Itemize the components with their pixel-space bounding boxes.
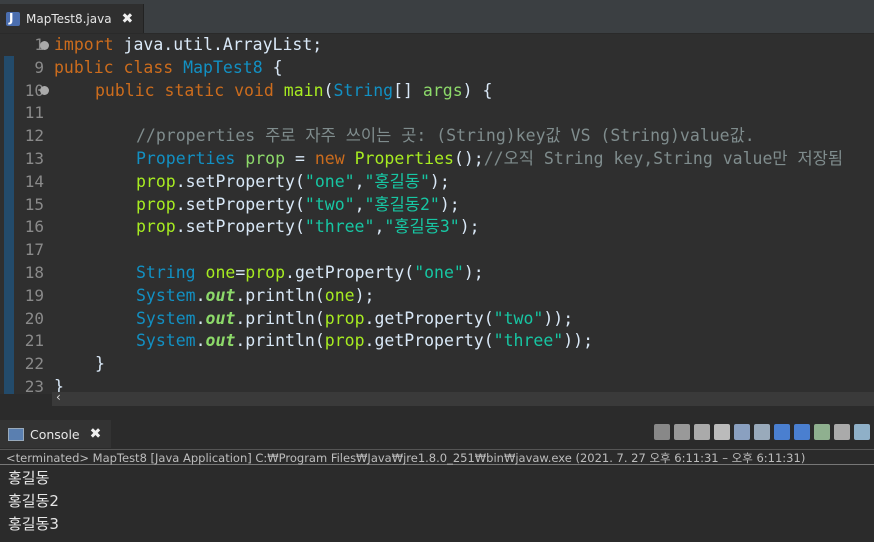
- console-icon: [8, 427, 24, 441]
- console-toolbar: [654, 424, 870, 440]
- remove-all-icon[interactable]: [694, 424, 710, 440]
- console-output-line: 홍길동2: [8, 492, 59, 510]
- code-editor[interactable]: 1 9 10 11 12 13 14 15 16 17 18 19 20 21 …: [0, 34, 874, 396]
- line-number: 18: [24, 263, 44, 282]
- display-console-icon[interactable]: [834, 424, 850, 440]
- console-output-line: 홍길동3: [8, 515, 59, 533]
- code-line-19: System.out.println(one);: [136, 285, 375, 305]
- horizontal-scrollbar[interactable]: ‹: [52, 390, 874, 406]
- console-output-line: 홍길동: [8, 469, 50, 487]
- code-line-1: import java.util.ArrayList;: [54, 35, 323, 54]
- code-line-14: prop.setProperty("one","홍길동");: [136, 171, 450, 191]
- scroll-left-icon[interactable]: ‹: [56, 390, 61, 404]
- code-line-22: }: [95, 354, 105, 374]
- code-line-20: System.out.println(prop.getProperty("two…: [136, 308, 574, 328]
- code-line-10: public static void main(String[] args) {: [95, 80, 493, 100]
- word-wrap-icon[interactable]: [754, 424, 770, 440]
- code-area[interactable]: import java.util.ArrayList; public class…: [54, 34, 874, 394]
- code-line-21: System.out.println(prop.getProperty("thr…: [136, 331, 594, 351]
- fold-icon[interactable]: [40, 41, 49, 50]
- close-icon[interactable]: ✖: [122, 11, 134, 27]
- code-line-15: prop.setProperty("two","홍길동2");: [136, 194, 460, 214]
- line-number: 20: [24, 308, 44, 328]
- show-on-stdout-icon[interactable]: [774, 424, 790, 440]
- line-number: 15: [24, 194, 44, 214]
- clear-console-icon[interactable]: [714, 424, 730, 440]
- line-number: 23: [24, 377, 44, 396]
- line-number: 22: [24, 354, 44, 374]
- console-tab-label: Console: [30, 426, 80, 442]
- line-number: 16: [24, 217, 44, 237]
- console-output[interactable]: 홍길동 홍길동2 홍길동3: [8, 467, 59, 536]
- change-bar: [4, 56, 14, 394]
- code-line-9: public class MapTest8 {: [54, 57, 283, 77]
- line-number: 9: [34, 57, 44, 77]
- fold-icon[interactable]: [40, 86, 49, 95]
- pin-console-icon[interactable]: [814, 424, 830, 440]
- line-number: 13: [24, 149, 44, 168]
- console-tab[interactable]: Console ✖: [0, 420, 112, 448]
- terminate-icon[interactable]: [654, 424, 670, 440]
- line-number: 21: [24, 331, 44, 351]
- editor-tab-label: MapTest8.java: [26, 11, 112, 26]
- open-console-icon[interactable]: [854, 424, 870, 440]
- show-on-stderr-icon[interactable]: [794, 424, 810, 440]
- editor-tab-maptest8[interactable]: MapTest8.java ✖: [0, 4, 145, 33]
- console-status-line: <terminated> MapTest8 [Java Application]…: [0, 449, 874, 465]
- close-icon[interactable]: ✖: [90, 426, 102, 442]
- code-line-13: Properties prop = new Properties();//오직 …: [136, 149, 844, 168]
- code-line-18: String one=prop.getProperty("one");: [136, 263, 484, 282]
- java-file-icon: [6, 11, 20, 26]
- line-number: 14: [24, 171, 44, 191]
- console-tab-bar: Console ✖: [0, 418, 874, 448]
- editor-tab-bar: MapTest8.java ✖: [0, 0, 874, 34]
- line-number-gutter: 1 9 10 11 12 13 14 15 16 17 18 19 20 21 …: [0, 34, 52, 396]
- line-number: 12: [24, 126, 44, 146]
- code-line-16: prop.setProperty("three","홍길동3");: [136, 217, 480, 237]
- line-number: 17: [24, 240, 44, 260]
- line-number: 19: [24, 285, 44, 305]
- scroll-lock-icon[interactable]: [734, 424, 750, 440]
- remove-launch-icon[interactable]: [674, 424, 690, 440]
- line-number: 11: [24, 103, 44, 123]
- code-line-12: //properties 주로 자주 쓰이는 곳: (String)key값 V…: [136, 126, 755, 146]
